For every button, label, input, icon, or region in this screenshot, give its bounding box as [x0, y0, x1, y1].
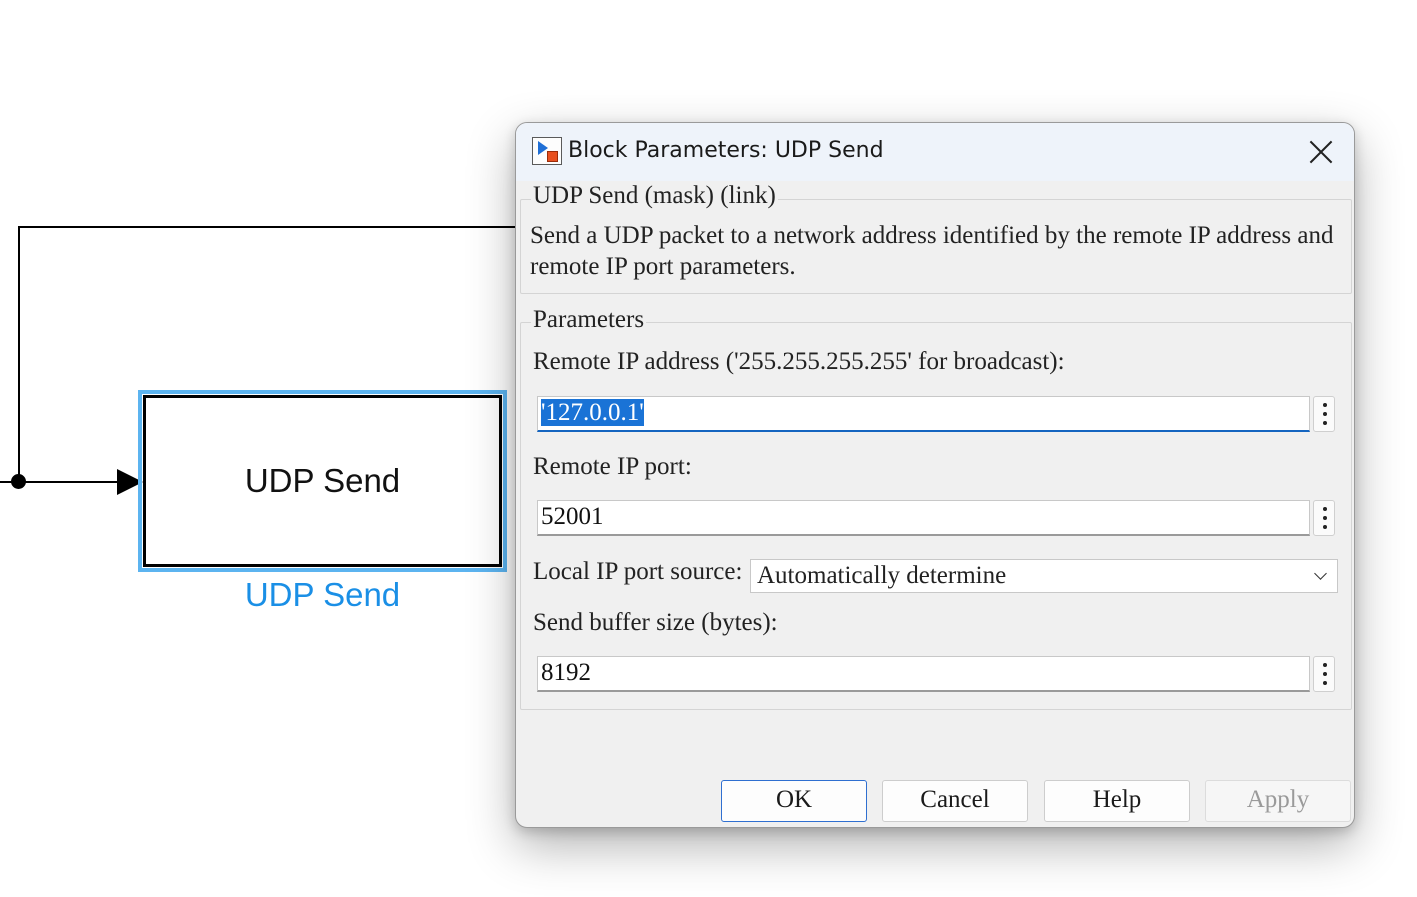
remote-ip-more-icon[interactable]	[1313, 396, 1335, 432]
local-port-source-label: Local IP port source:	[533, 558, 743, 585]
remote-port-more-icon[interactable]	[1313, 500, 1335, 536]
block-parameters-dialog: Block Parameters: UDP Send UDP Send (mas…	[515, 122, 1355, 828]
remote-port-input[interactable]: 52001	[537, 500, 1310, 536]
simulink-block-icon	[532, 137, 562, 165]
parameters-header: Parameters	[531, 306, 647, 334]
dialog-title: Block Parameters: UDP Send	[568, 138, 884, 163]
signal-line-top[interactable]	[18, 226, 518, 228]
udp-send-block[interactable]: UDP Send	[143, 395, 502, 567]
block-name: UDP Send	[244, 462, 401, 499]
buffer-size-label: Send buffer size (bytes):	[533, 609, 778, 636]
buffer-size-value: 8192	[541, 659, 591, 686]
buffer-size-input[interactable]: 8192	[537, 656, 1310, 692]
apply-button[interactable]: Apply	[1205, 780, 1351, 822]
close-icon[interactable]	[1306, 137, 1336, 167]
remote-ip-label: Remote IP address ('255.255.255.255' for…	[533, 348, 1065, 375]
remote-ip-value: '127.0.0.1'	[541, 399, 644, 426]
cancel-button[interactable]: Cancel	[882, 780, 1028, 822]
local-port-source-value: Automatically determine	[757, 562, 1007, 589]
remote-port-value: 52001	[541, 503, 604, 530]
signal-line-feedback[interactable]	[18, 226, 20, 482]
branch-point	[11, 474, 26, 489]
buffer-size-more-icon[interactable]	[1313, 656, 1335, 692]
chevron-down-icon	[1314, 567, 1327, 580]
mask-header: UDP Send (mask) (link)	[531, 182, 778, 210]
remote-ip-input[interactable]: '127.0.0.1'	[537, 396, 1310, 432]
mask-description: Send a UDP packet to a network address i…	[530, 222, 1334, 280]
block-label[interactable]: UDP Send	[143, 576, 502, 614]
dialog-titlebar[interactable]: Block Parameters: UDP Send	[516, 123, 1354, 181]
local-port-source-select[interactable]: Automatically determine	[750, 559, 1338, 593]
ok-button[interactable]: OK	[721, 780, 867, 822]
help-button[interactable]: Help	[1044, 780, 1190, 822]
remote-port-label: Remote IP port:	[533, 453, 692, 480]
